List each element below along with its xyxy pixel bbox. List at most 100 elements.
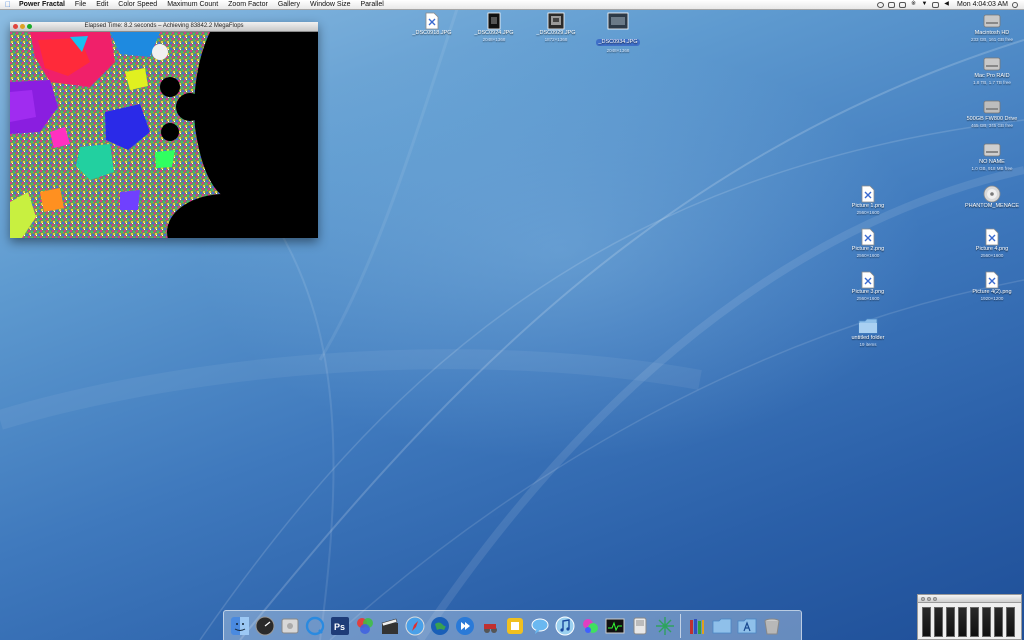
- icon-label-selected: _DSC0934.JPG: [596, 39, 640, 46]
- dock-itunes[interactable]: [552, 613, 577, 638]
- safari-compass-icon: [405, 616, 424, 635]
- photo-thumbnail-icon: [607, 12, 629, 30]
- icon-sublabel: 1.0 GB, 918 MB free: [971, 166, 1013, 171]
- desktop-icon-untitled-folder[interactable]: untitled folder 19 items: [838, 317, 898, 348]
- dock-front-row[interactable]: [452, 613, 477, 638]
- cpu-core-bar: [922, 607, 931, 637]
- icon-label: Picture 3.png: [851, 289, 885, 295]
- input-menu-icon[interactable]: [932, 1, 940, 8]
- icon-sublabel: 2048×1368: [482, 37, 506, 42]
- window-title: Elapsed Time: 8.2 seconds – Achieving 83…: [84, 23, 244, 29]
- dock-terminal[interactable]: [627, 613, 652, 638]
- icon-sublabel: 1920×1200: [980, 296, 1004, 301]
- menu-edit[interactable]: Edit: [91, 0, 113, 9]
- desktop-icon-picture-4-2[interactable]: Picture 4(2).png 1920×1200: [962, 271, 1022, 302]
- cpu-core-bar: [982, 607, 991, 637]
- dock-imovie[interactable]: [377, 613, 402, 638]
- books-stack-icon: [689, 618, 704, 634]
- menu-bar:  Power Fractal File Edit Color Speed Ma…: [0, 0, 1024, 10]
- dock-dashboard[interactable]: [252, 613, 277, 638]
- cpu-meter-window[interactable]: [917, 594, 1022, 640]
- icon-label: Macintosh HD: [974, 30, 1010, 36]
- fractal-app-icon: [582, 618, 598, 633]
- zoom-button[interactable]: [933, 596, 937, 601]
- sync-icon[interactable]: [877, 1, 885, 8]
- desktop-icon-dsc0929[interactable]: _DSC0929.JPG 1872×1368: [526, 12, 586, 43]
- network-star-icon: [655, 616, 674, 635]
- minimize-button[interactable]: [927, 596, 931, 601]
- folder-icon: [858, 318, 878, 334]
- dock-color-picker[interactable]: [352, 613, 377, 638]
- desktop-icon-no-name[interactable]: NO NAME 1.0 GB, 918 MB free: [962, 141, 1022, 172]
- icon-label: _DSC0924.JPG: [474, 30, 514, 36]
- globe-icon: [430, 616, 449, 635]
- menu-app-name[interactable]: Power Fractal: [14, 0, 70, 9]
- desktop-icon-dsc0934[interactable]: _DSC0934.JPG 2048×1368: [588, 12, 648, 54]
- menu-window-size[interactable]: Window Size: [305, 0, 355, 9]
- dock-books-stack[interactable]: [684, 613, 709, 638]
- volume-icon[interactable]: ◀: [943, 1, 950, 8]
- menu-parallel[interactable]: Parallel: [356, 0, 389, 9]
- usb-drive-icon: [983, 143, 1001, 157]
- fractal-window[interactable]: Elapsed Time: 8.2 seconds – Achieving 83…: [10, 22, 318, 238]
- desktop-icon-mac-pro-raid[interactable]: Mac Pro RAID 1.8 TB, 1.7 TB free: [962, 55, 1022, 86]
- dock-photoshop[interactable]: Ps: [327, 613, 352, 638]
- dvd-disc-icon: [983, 185, 1001, 203]
- desktop-icon-500gb-drive[interactable]: 500GB FW800 Drive 465 GB, 345 GB free: [962, 98, 1022, 129]
- desktop-icon-dsc0924[interactable]: _DSC0924.JPG 2048×1368: [464, 12, 524, 43]
- dock-finder[interactable]: [227, 613, 252, 638]
- desktop-icon-picture-3[interactable]: Picture 3.png 2560×1600: [838, 271, 898, 302]
- cpu-core-bar: [958, 607, 967, 637]
- hard-drive-icon: [983, 57, 1001, 71]
- dock-separator: [680, 613, 681, 638]
- desktop-icon-picture-1[interactable]: Picture 1.png 2560×1600: [838, 185, 898, 216]
- close-button[interactable]: [921, 596, 925, 601]
- menu-file[interactable]: File: [70, 0, 91, 9]
- menu-zoom-factor[interactable]: Zoom Factor: [223, 0, 273, 9]
- apple-menu-icon[interactable]: : [2, 0, 14, 9]
- dock-documents-folder[interactable]: [734, 613, 759, 638]
- icon-label: Picture 4.png: [975, 246, 1009, 252]
- fractal-canvas[interactable]: [10, 32, 318, 238]
- window-titlebar[interactable]: Elapsed Time: 8.2 seconds – Achieving 83…: [10, 22, 318, 32]
- menu-color-speed[interactable]: Color Speed: [113, 0, 162, 9]
- dock-internet[interactable]: [427, 613, 452, 638]
- icon-label: 500GB FW800 Drive: [966, 116, 1018, 122]
- menu-clock[interactable]: Mon 4:04:03 AM: [957, 1, 1008, 8]
- dock-trash[interactable]: [759, 613, 784, 638]
- dock-applications-folder[interactable]: [709, 613, 734, 638]
- bluetooth-icon[interactable]: ※: [910, 1, 917, 8]
- icon-sublabel: 2560×1600: [856, 296, 880, 301]
- menu-extras: ※ ▼ ◀ Mon 4:04:03 AM: [877, 1, 1024, 8]
- timemachine-icon[interactable]: [899, 1, 907, 8]
- front-row-icon: [455, 616, 474, 635]
- applications-folder-icon: [737, 618, 756, 633]
- cpu-meter-titlebar[interactable]: [918, 595, 1021, 603]
- spotlight-icon[interactable]: [1012, 1, 1018, 8]
- desktop-icon-dsc0918[interactable]: _DSC0918.JPG: [402, 12, 462, 37]
- dock-boot-camp[interactable]: [502, 613, 527, 638]
- image-file-icon: [861, 271, 875, 289]
- wifi-icon[interactable]: ▼: [921, 1, 928, 8]
- automator-icon: [483, 623, 497, 633]
- desktop-icon-picture-2[interactable]: Picture 2.png 2560×1600: [838, 228, 898, 259]
- dock-activity-monitor[interactable]: [602, 613, 627, 638]
- dock-ichat[interactable]: [527, 613, 552, 638]
- menu-gallery[interactable]: Gallery: [273, 0, 305, 9]
- menu-maximum-count[interactable]: Maximum Count: [162, 0, 223, 9]
- icon-sublabel: 1.8 TB, 1.7 TB free: [973, 80, 1011, 85]
- icon-sublabel: 465 GB, 345 GB free: [970, 123, 1014, 128]
- image-file-icon: [861, 228, 875, 246]
- desktop-icon-macintosh-hd[interactable]: Macintosh HD 233 GB, 161 GB free: [962, 12, 1022, 43]
- dock-automator[interactable]: [477, 613, 502, 638]
- desktop-icon-picture-4[interactable]: Picture 4.png 2560×1600: [962, 228, 1022, 259]
- dock-fractal[interactable]: [577, 613, 602, 638]
- display-icon[interactable]: [888, 1, 896, 8]
- dock-system-profiler[interactable]: [277, 613, 302, 638]
- dock-quicktime[interactable]: [302, 613, 327, 638]
- dock-network[interactable]: [652, 613, 677, 638]
- cpu-meter-bars: [918, 603, 1021, 637]
- image-file-icon: [425, 12, 439, 30]
- desktop-icon-phantom-menace[interactable]: PHANTOM_MENACE: [962, 185, 1022, 210]
- dock-safari[interactable]: [402, 613, 427, 638]
